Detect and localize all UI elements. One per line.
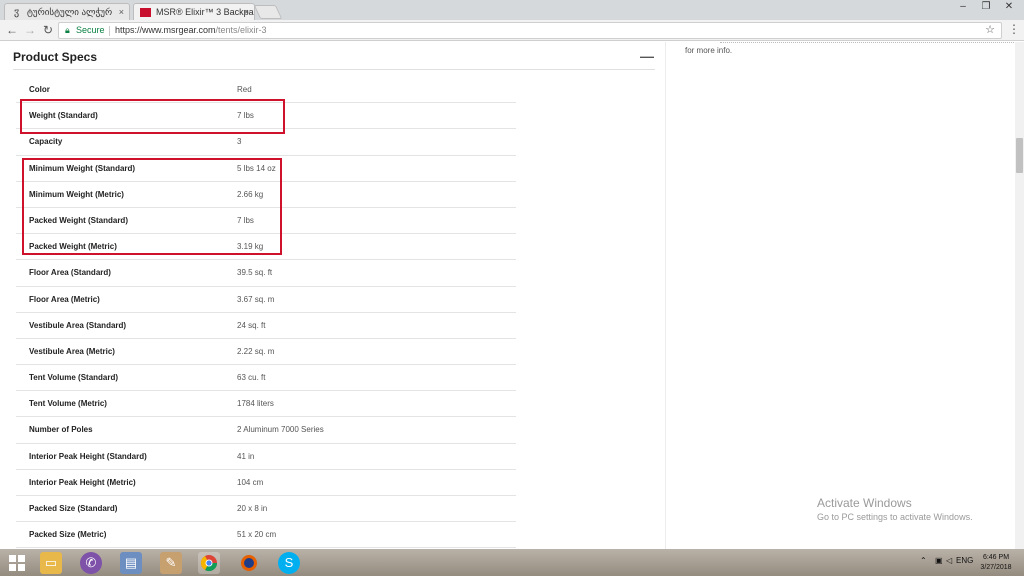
tab-bar: ჳ ტურისტული ალჭურ × MSR® Elixir™ 3 Backp… — [0, 0, 1024, 20]
spec-value: Red — [237, 85, 252, 94]
highlight-box-weight — [20, 99, 285, 134]
chrome-icon[interactable] — [198, 552, 220, 574]
spec-value: 3 — [237, 137, 242, 147]
spec-row: Interior Peak Height (Metric) 104 cm — [16, 470, 516, 496]
side-info-text: for more info. — [685, 46, 733, 55]
new-tab-button[interactable] — [253, 5, 283, 19]
secure-label: Secure — [76, 25, 105, 35]
spec-value: 39.5 sq. ft — [237, 268, 273, 278]
spec-value: 1784 liters — [237, 399, 274, 409]
watermark-title: Activate Windows — [817, 496, 912, 510]
spec-label: Packed Size (Standard) — [29, 504, 118, 513]
url-text: https://www.msrgear.com/tents/elixir-3 — [115, 23, 267, 38]
address-bar[interactable]: 🔒︎ Secure https://www.msrgear.com/tents/… — [58, 22, 1002, 39]
browser-toolbar: ← → ↻ 🔒︎ Secure https://www.msrgear.com/… — [0, 20, 1024, 41]
collapse-minus-icon[interactable]: — — [640, 48, 654, 64]
spec-row: Tent Volume (Standard) 63 cu. ft — [16, 365, 516, 392]
spec-table: Color Red Weight (Standard) 7 lbs Capacity 3 M… — [16, 77, 516, 549]
clock-date: 3/27/2018 — [980, 564, 1012, 571]
maximize-icon[interactable]: ❐ — [975, 0, 997, 14]
spec-row: Number of Poles 2 Aluminum 7000 Series — [16, 417, 516, 444]
spec-row: Tent Volume (Metric) 1784 liters — [16, 391, 516, 418]
minimize-icon[interactable]: – — [952, 0, 974, 14]
tab-msr-elixir[interactable]: MSR® Elixir™ 3 Backpac × — [133, 3, 255, 20]
close-tab-icon[interactable]: × — [119, 4, 124, 20]
scrollbar-thumb[interactable] — [1016, 138, 1023, 173]
menu-kebab-icon[interactable]: ⋮ — [1008, 22, 1020, 36]
spec-label: Packed Size (Metric) — [29, 530, 107, 540]
tab-georgian-site[interactable]: ჳ ტურისტული ალჭურ × — [4, 3, 130, 20]
spec-label: Interior Peak Height (Standard) — [29, 451, 147, 461]
spec-row: Vestibule Area (Standard) 24 sq. ft — [16, 313, 516, 339]
windows-start-icon[interactable] — [6, 552, 28, 574]
url-host: https://www.msrgear.com — [115, 25, 216, 35]
windows-taskbar: ▭ ✆ ▤ ✎ S ⌃ ▣ ◁ ENG 6:46 PM 3/27/2018 — [0, 549, 1024, 576]
product-specs-panel: Product Specs — Color Red Weight (Standard… — [0, 42, 665, 549]
back-arrow-icon[interactable]: ← — [4, 22, 20, 38]
page-viewport: Product Specs — Color Red Weight (Standard… — [0, 42, 1024, 549]
spec-value: 41 in — [237, 451, 255, 461]
spec-value: 2.22 sq. m — [237, 346, 275, 356]
spec-label: Floor Area (Metric) — [29, 294, 100, 304]
tray-chevron-icon[interactable]: ⌃ — [920, 556, 927, 565]
highlight-box-min-packed-weight — [22, 158, 282, 255]
spec-value: 51 x 20 cm — [237, 530, 277, 540]
spec-label: Interior Peak Height (Metric) — [29, 477, 136, 487]
georgian-site-icon: ჳ — [13, 7, 20, 18]
file-explorer-icon[interactable]: ▭ — [40, 552, 62, 574]
spec-row: Packed Size (Standard) 20 x 8 in — [16, 496, 516, 523]
watermark-subtitle: Go to PC settings to activate Windows. — [817, 512, 973, 522]
skype-icon[interactable]: S — [278, 552, 300, 574]
lock-icon: 🔒︎ — [65, 25, 70, 35]
paint-icon[interactable]: ✎ — [160, 552, 182, 574]
spec-label: Tent Volume (Metric) — [29, 399, 107, 409]
notepad-icon[interactable]: ▤ — [120, 552, 142, 574]
reload-icon[interactable]: ↻ — [40, 22, 56, 38]
spec-value: 20 x 8 in — [237, 504, 268, 513]
address-separator — [109, 26, 110, 36]
spec-row: Floor Area (Standard) 39.5 sq. ft — [16, 260, 516, 287]
spec-value: 2 Aluminum 7000 Series — [237, 425, 324, 435]
bookmark-star-icon[interactable]: ☆ — [985, 23, 995, 38]
volume-icon[interactable]: ◁ — [946, 556, 952, 565]
viber-icon[interactable]: ✆ — [80, 552, 102, 574]
language-indicator[interactable]: ENG — [956, 556, 973, 565]
forward-arrow-icon[interactable]: → — [22, 22, 38, 38]
spec-label: Vestibule Area (Standard) — [29, 320, 127, 330]
msr-logo-icon — [140, 8, 151, 17]
spec-row: Interior Peak Height (Standard) 41 in — [16, 444, 516, 470]
close-tab-icon[interactable]: × — [244, 4, 249, 20]
section-divider — [13, 69, 655, 70]
spec-label: Floor Area (Standard) — [29, 268, 111, 278]
activate-windows-watermark: Activate Windows Go to PC settings to ac… — [817, 496, 973, 522]
spec-label: Vestibule Area (Metric) — [29, 346, 115, 356]
clock-time: 6:46 PM — [982, 554, 1010, 561]
close-window-icon[interactable]: ✕ — [998, 0, 1020, 14]
spec-label: Color — [29, 85, 50, 94]
tab-label: MSR® Elixir™ 3 Backpac — [156, 7, 255, 17]
firefox-icon[interactable] — [238, 552, 260, 574]
url-path: /tents/elixir-3 — [215, 25, 267, 35]
spec-row: Packed Size (Metric) 51 x 20 cm — [16, 522, 516, 549]
column-divider — [665, 42, 666, 549]
spec-row: Vestibule Area (Metric) 2.22 sq. m — [16, 339, 516, 366]
spec-label: Capacity — [29, 137, 63, 147]
spec-row: Floor Area (Metric) 3.67 sq. m — [16, 287, 516, 313]
spec-value: 24 sq. ft — [237, 320, 266, 330]
spec-value: 104 cm — [237, 477, 264, 487]
side-partial-text-line — [720, 42, 1020, 44]
system-clock[interactable]: 6:46 PM 3/27/2018 — [976, 553, 1016, 573]
spec-label: Number of Poles — [29, 425, 93, 435]
spec-value: 3.67 sq. m — [237, 294, 275, 304]
spec-label: Tent Volume (Standard) — [29, 373, 119, 383]
tab-label: ტურისტული ალჭურ — [27, 7, 113, 17]
network-icon[interactable]: ▣ — [935, 556, 943, 565]
scrollbar-track[interactable] — [1015, 42, 1024, 549]
spec-value: 63 cu. ft — [237, 373, 266, 383]
section-title: Product Specs — [13, 50, 98, 64]
